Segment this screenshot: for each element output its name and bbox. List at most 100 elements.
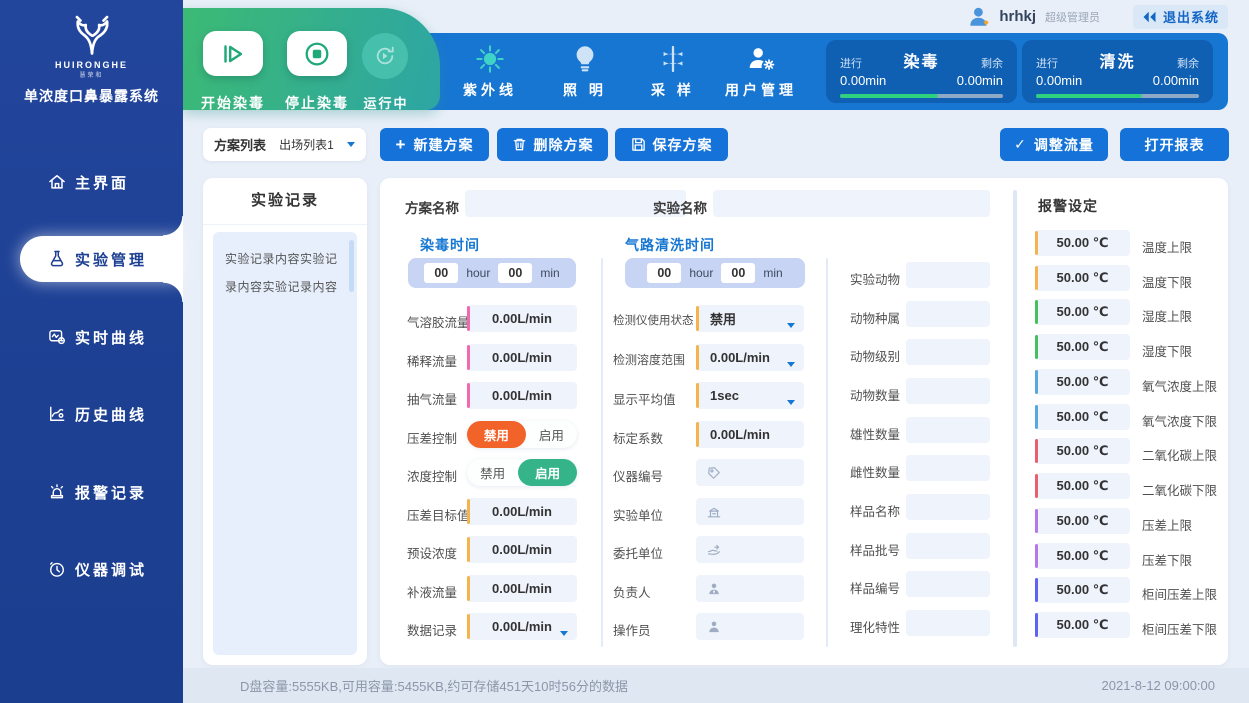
alarm-value-input[interactable]: 50.00 ℃ (1035, 369, 1130, 395)
field-input[interactable]: 0.00L/min (467, 498, 577, 525)
field-input[interactable]: 0.00L/min (467, 305, 577, 332)
open-report-button[interactable]: 打开报表 (1120, 128, 1229, 161)
remaining-value: 0.00min (957, 73, 1003, 88)
sidebar-item-realtime[interactable]: 实时曲线 (0, 314, 183, 360)
quick-action-uv[interactable]: 紫外线 (444, 41, 536, 100)
history-icon (47, 404, 67, 424)
field-label: 样品批号 (850, 540, 900, 559)
field-input[interactable] (696, 459, 804, 486)
toggle-option[interactable]: 禁用 (467, 421, 526, 448)
toggle-option[interactable]: 启用 (526, 421, 577, 448)
open-report-label: 打开报表 (1145, 135, 1205, 155)
alarm-label: 温度下限 (1142, 272, 1192, 291)
form-scrollbar[interactable] (1013, 190, 1017, 647)
field-toggle[interactable]: 禁用启用 (467, 459, 577, 486)
poison-min-value[interactable]: 00 (498, 263, 532, 283)
poison-time-input[interactable]: 00 hour 00 min (408, 258, 576, 288)
quick-action-usergear[interactable]: 用户管理 (715, 41, 807, 100)
toggle-option[interactable]: 启用 (518, 459, 577, 486)
alarm-value-input[interactable]: 50.00 ℃ (1035, 612, 1130, 638)
field-input[interactable] (906, 339, 990, 365)
plan-list-label: 方案列表 (214, 135, 266, 154)
field-select[interactable]: 禁用 (696, 305, 804, 332)
field-input[interactable] (906, 610, 990, 636)
alarm-value-input[interactable]: 50.00 ℃ (1035, 230, 1130, 256)
experiment-name-input[interactable] (713, 190, 990, 217)
clean-hour-value[interactable]: 00 (647, 263, 681, 283)
field-input[interactable] (906, 262, 990, 288)
toggle-option[interactable]: 禁用 (467, 459, 518, 486)
field-input[interactable] (906, 494, 990, 520)
field-toggle[interactable]: 禁用启用 (467, 421, 577, 448)
field-select[interactable]: 1sec (696, 382, 804, 409)
sidebar-item-flask[interactable]: 实验管理 (20, 236, 183, 282)
debug-icon (47, 559, 67, 579)
records-scrollbar[interactable] (349, 240, 354, 292)
delete-plan-button[interactable]: 删除方案 (497, 128, 608, 161)
field-input[interactable] (906, 455, 990, 481)
save-plan-button[interactable]: 保存方案 (615, 128, 728, 161)
save-plan-label: 保存方案 (653, 135, 713, 155)
alarm-value-input[interactable]: 50.00 ℃ (1035, 508, 1130, 534)
sidebar-item-history[interactable]: 历史曲线 (0, 391, 183, 437)
sidebar-item-alarmrec[interactable]: 报警记录 (0, 469, 183, 515)
progress-track (840, 94, 1003, 98)
field-value: 0.00L/min (492, 388, 552, 403)
field-value: 50.00 ℃ (1057, 270, 1109, 286)
clean-min-value[interactable]: 00 (721, 263, 755, 283)
field-select[interactable]: 0.00L/min (696, 344, 804, 371)
field-label: 实验动物 (850, 269, 900, 288)
chevron-down-icon (787, 393, 795, 408)
sidebar-item-home[interactable]: 主界面 (0, 159, 183, 205)
alarm-value-input[interactable]: 50.00 ℃ (1035, 334, 1130, 360)
usergear-icon (715, 41, 807, 77)
field-input[interactable] (696, 613, 804, 640)
field-input[interactable] (906, 417, 990, 443)
field-input[interactable]: 0.00L/min (467, 382, 577, 409)
sidebar-item-label: 实验管理 (75, 249, 147, 270)
status-card-title: 清洗 (1099, 48, 1135, 72)
alarm-value-input[interactable]: 50.00 ℃ (1035, 265, 1130, 291)
field-input[interactable] (906, 301, 990, 327)
field-input[interactable] (696, 536, 804, 563)
field-input[interactable] (906, 571, 990, 597)
alarm-value-input[interactable]: 50.00 ℃ (1035, 473, 1130, 499)
new-plan-button[interactable]: + 新建方案 (380, 128, 489, 161)
field-select[interactable]: 0.00L/min (467, 613, 577, 640)
field-input[interactable] (696, 575, 804, 602)
delete-plan-label: 删除方案 (534, 135, 594, 155)
quick-action-valve[interactable]: 采 样 (627, 41, 719, 100)
alarm-label: 氧气浓度上限 (1142, 376, 1217, 395)
field-input[interactable]: 0.00L/min (696, 421, 804, 448)
chevron-down-icon (560, 624, 568, 639)
field-label: 压差目标值 (407, 505, 470, 524)
quick-action-bulb[interactable]: 照 明 (539, 41, 631, 100)
field-input[interactable] (906, 533, 990, 559)
field-label: 压差控制 (407, 428, 457, 447)
adjust-flow-button[interactable]: ✓ 调整流量 (1000, 128, 1108, 161)
alarm-value-input[interactable]: 50.00 ℃ (1035, 577, 1130, 603)
alarm-value-input[interactable]: 50.00 ℃ (1035, 438, 1130, 464)
plan-list-select[interactable]: 方案列表 出场列表1 (203, 128, 366, 161)
logout-button[interactable]: 退出系统 (1133, 5, 1228, 29)
field-input[interactable] (696, 498, 804, 525)
field-input[interactable]: 0.00L/min (467, 575, 577, 602)
clean-time-input[interactable]: 00 hour 00 min (625, 258, 805, 288)
field-input[interactable]: 0.00L/min (467, 344, 577, 371)
records-content-box[interactable]: 实验记录内容实验记录内容实验记录内容 (213, 232, 357, 655)
field-input[interactable] (906, 378, 990, 404)
field-label: 抽气流量 (407, 389, 457, 408)
alarm-value-input[interactable]: 50.00 ℃ (1035, 404, 1130, 430)
accent-bar (1035, 370, 1038, 394)
start-exposure-button[interactable] (203, 31, 263, 76)
person-icon (707, 620, 721, 634)
poison-hour-value[interactable]: 00 (424, 263, 458, 283)
sidebar-item-debug[interactable]: 仪器调试 (0, 546, 183, 592)
progress-value: 0.00min (1036, 73, 1082, 88)
stop-exposure-button[interactable] (287, 31, 347, 76)
plus-icon: + (396, 136, 407, 153)
accent-bar (696, 422, 699, 447)
alarm-value-input[interactable]: 50.00 ℃ (1035, 543, 1130, 569)
alarm-value-input[interactable]: 50.00 ℃ (1035, 299, 1130, 325)
field-input[interactable]: 0.00L/min (467, 536, 577, 563)
